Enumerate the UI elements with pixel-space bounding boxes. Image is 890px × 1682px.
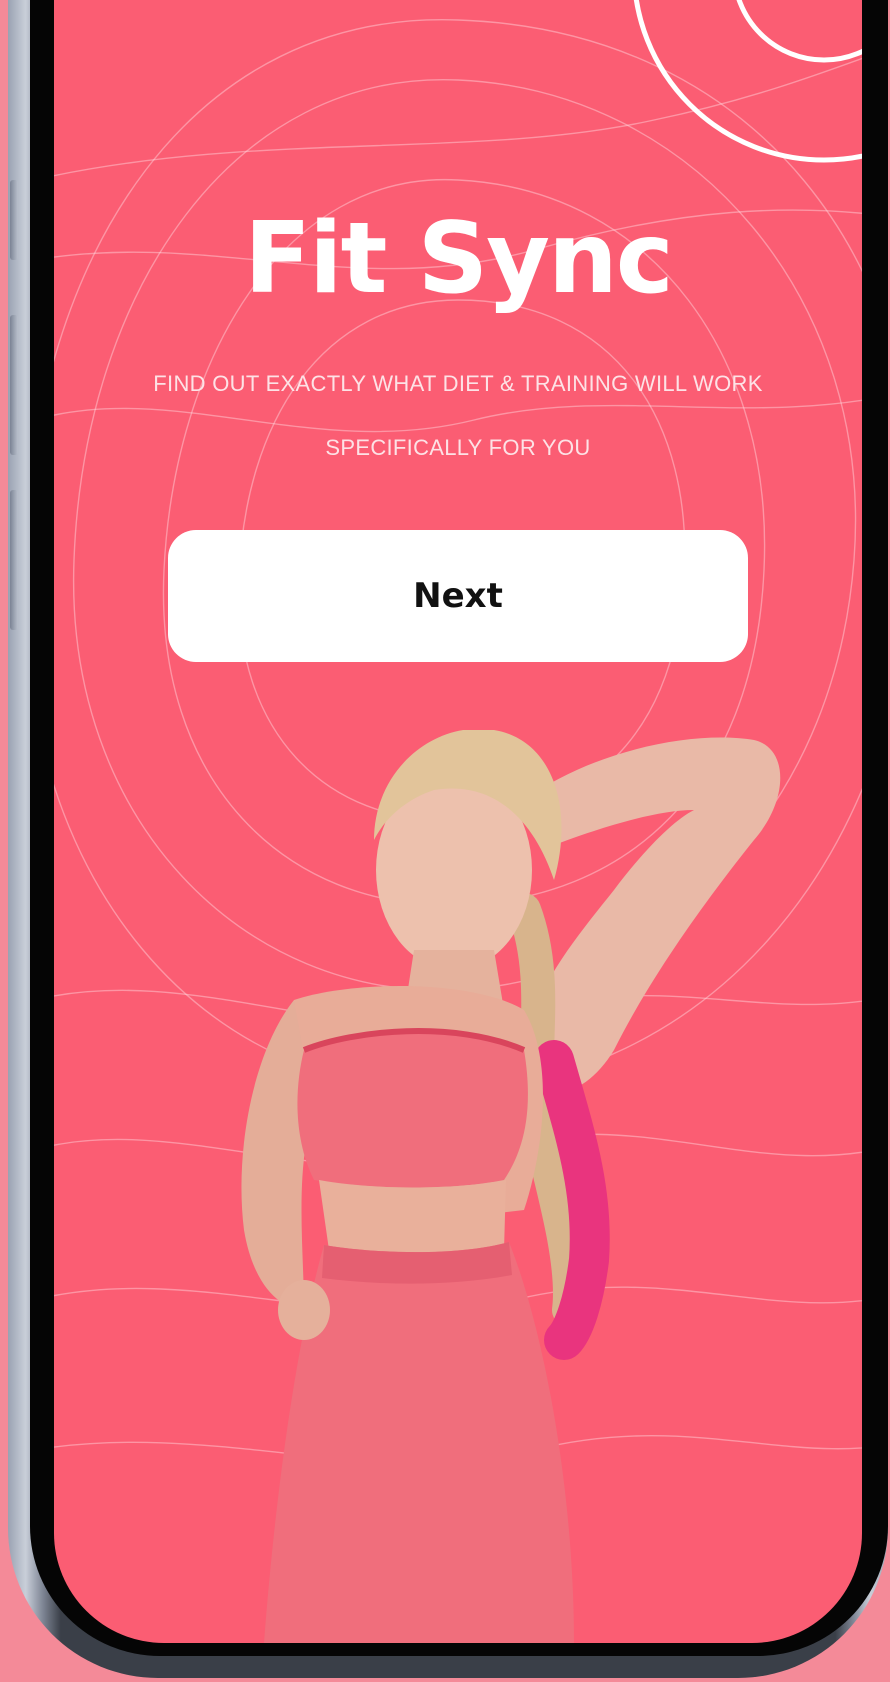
app-title: Fit Sync <box>244 202 674 316</box>
hero-fitness-model-image <box>241 730 781 1643</box>
next-button[interactable]: Next <box>168 530 748 662</box>
volume-down-button <box>10 315 18 455</box>
app-screen: Fit Sync FIND OUT EXACTLY WHAT DIET & TR… <box>54 0 862 1643</box>
app-tagline: FIND OUT EXACTLY WHAT DIET & TRAINING WI… <box>153 371 763 460</box>
volume-up-button <box>10 180 18 260</box>
side-button <box>10 490 18 630</box>
